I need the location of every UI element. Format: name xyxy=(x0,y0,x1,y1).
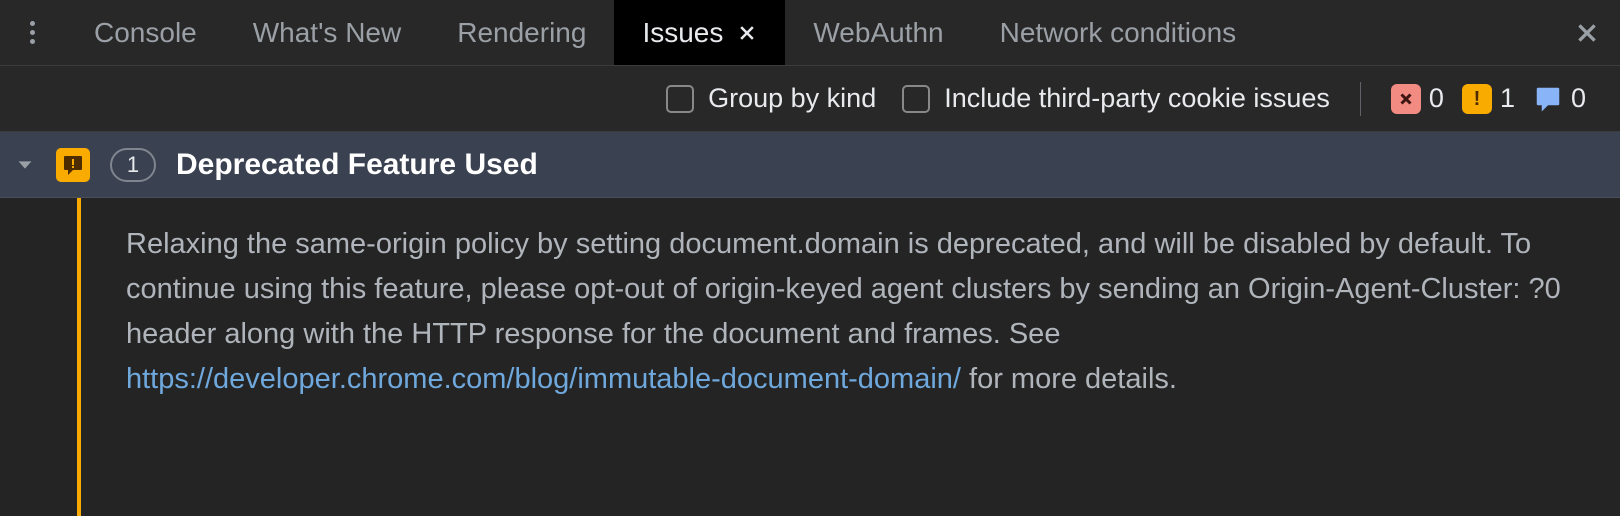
group-by-kind-option[interactable]: Group by kind xyxy=(666,83,876,114)
issues-summary: 0 ! 1 0 xyxy=(1391,83,1586,114)
severity-rule xyxy=(77,198,81,516)
issue-count-pill: 1 xyxy=(110,148,156,182)
issue-body-container: Relaxing the same-origin policy by setti… xyxy=(0,198,1620,516)
warning-icon: ! xyxy=(1462,84,1492,114)
issue-gutter xyxy=(0,198,82,516)
tab-whats-new[interactable]: What's New xyxy=(225,0,430,65)
info-icon xyxy=(1533,84,1563,114)
issue-body-text: for more details. xyxy=(961,363,1177,395)
tab-label: Network conditions xyxy=(1000,17,1237,49)
errors-count[interactable]: 0 xyxy=(1391,83,1444,114)
issue-title: Deprecated Feature Used xyxy=(176,148,538,182)
tab-label: Rendering xyxy=(457,17,586,49)
divider xyxy=(1360,82,1361,116)
count-value: 0 xyxy=(1429,83,1444,114)
devtools-tabbar: Console What's New Rendering Issues WebA… xyxy=(0,0,1620,66)
third-party-cookie-option[interactable]: Include third-party cookie issues xyxy=(902,83,1330,114)
checkbox-icon xyxy=(902,85,930,113)
tab-label: WebAuthn xyxy=(813,17,943,49)
issue-learn-more-link[interactable]: https://developer.chrome.com/blog/immuta… xyxy=(126,363,961,395)
more-tabs-icon[interactable] xyxy=(8,0,56,65)
tab-rendering[interactable]: Rendering xyxy=(429,0,614,65)
tab-console[interactable]: Console xyxy=(66,0,225,65)
tab-label: Issues xyxy=(642,17,723,49)
checkbox-icon xyxy=(666,85,694,113)
issue-row-header[interactable]: 1 Deprecated Feature Used xyxy=(0,132,1620,198)
issue-body-text: Relaxing the same-origin policy by setti… xyxy=(126,228,1561,350)
info-count[interactable]: 0 xyxy=(1533,83,1586,114)
issue-description: Relaxing the same-origin policy by setti… xyxy=(82,198,1620,516)
tab-network-conditions[interactable]: Network conditions xyxy=(972,0,1265,65)
close-tab-icon[interactable] xyxy=(737,23,757,43)
filter-label: Include third-party cookie issues xyxy=(944,83,1330,114)
warning-icon xyxy=(56,148,90,182)
count-value: 0 xyxy=(1571,83,1586,114)
error-icon xyxy=(1391,84,1421,114)
tab-label: What's New xyxy=(253,17,402,49)
count-value: 1 xyxy=(127,152,139,178)
warnings-count[interactable]: ! 1 xyxy=(1462,83,1515,114)
tab-label: Console xyxy=(94,17,197,49)
close-panel-icon[interactable] xyxy=(1554,0,1620,65)
tab-issues[interactable]: Issues xyxy=(614,0,785,65)
filter-label: Group by kind xyxy=(708,83,876,114)
issues-filter-bar: Group by kind Include third-party cookie… xyxy=(0,66,1620,132)
chevron-down-icon xyxy=(14,154,36,176)
tab-webauthn[interactable]: WebAuthn xyxy=(785,0,971,65)
count-value: 1 xyxy=(1500,83,1515,114)
